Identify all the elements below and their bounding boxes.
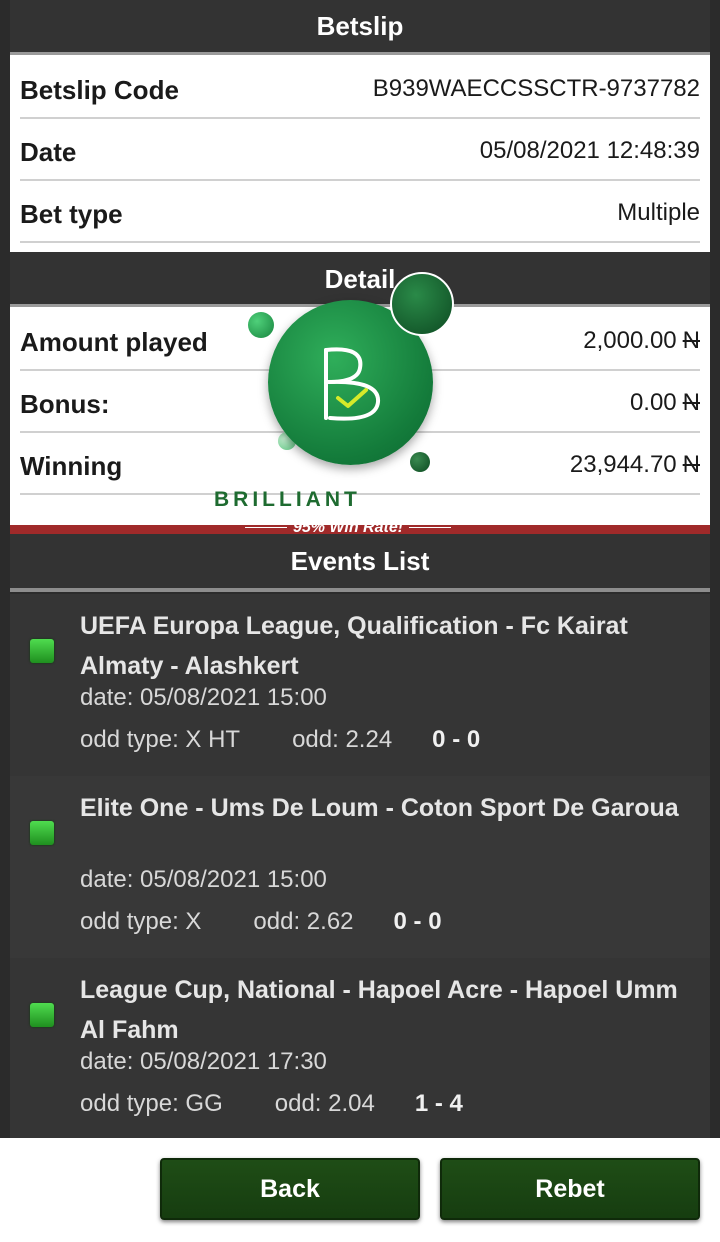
bonus-label: Bonus: bbox=[20, 389, 110, 419]
events-list: UEFA Europa League, Qualification - Fc K… bbox=[10, 592, 710, 1140]
event-item[interactable]: League Cup, National - Hapoel Acre - Hap… bbox=[10, 958, 710, 1140]
betslip-code-value: B939WAECCSSCTR-9737782 bbox=[372, 75, 700, 102]
event-odd-type: odd type: X HT bbox=[80, 726, 241, 753]
rebet-button[interactable]: Rebet bbox=[440, 1158, 700, 1220]
winning-number: 23,944.70 bbox=[569, 451, 677, 478]
bet-type-row: Bet type Multiple bbox=[20, 181, 700, 243]
status-indicator-icon bbox=[30, 1003, 54, 1027]
winning-row: Winning 23,944.70 N bbox=[20, 433, 700, 495]
amount-played-value: 2,000.00 N bbox=[583, 327, 700, 355]
event-item[interactable]: Elite One - Ums De Loum - Coton Sport De… bbox=[10, 776, 710, 958]
winning-value: 23,944.70 N bbox=[570, 451, 700, 479]
event-odd: odd: 2.62 bbox=[253, 908, 354, 935]
betslip-code-label: Betslip Code bbox=[20, 75, 179, 105]
naira-symbol: N bbox=[682, 327, 700, 354]
event-odd: odd: 2.04 bbox=[274, 1090, 375, 1117]
date-value: 05/08/2021 12:48:39 bbox=[479, 137, 700, 164]
naira-symbol: N bbox=[682, 389, 700, 416]
event-date: date: 05/08/2021 17:30 bbox=[80, 1048, 327, 1075]
bonus-number: 0.00 bbox=[629, 389, 677, 416]
amount-played-row: Amount played 2,000.00 N bbox=[20, 309, 700, 371]
event-meta: odd type: X odd: 2.62 0 - 0 bbox=[80, 908, 442, 936]
betslip-code-row: Betslip Code B939WAECCSSCTR-9737782 bbox=[20, 57, 700, 119]
left-border bbox=[0, 0, 10, 1242]
bonus-value: 0.00 N bbox=[630, 389, 700, 417]
date-row: Date 05/08/2021 12:48:39 bbox=[20, 119, 700, 181]
event-title: Elite One - Ums De Loum - Coton Sport De… bbox=[80, 794, 679, 822]
detail-header: Detail bbox=[10, 252, 710, 307]
back-button[interactable]: Back bbox=[160, 1158, 420, 1220]
bonus-row: Bonus: 0.00 N bbox=[20, 371, 700, 433]
betslip-header: Betslip bbox=[10, 0, 710, 55]
event-odd-type: odd type: GG bbox=[80, 1090, 223, 1117]
event-date: date: 05/08/2021 15:00 bbox=[80, 684, 327, 711]
event-score: 0 - 0 bbox=[432, 726, 481, 753]
bet-type-label: Bet type bbox=[20, 199, 123, 229]
event-meta: odd type: GG odd: 2.04 1 - 4 bbox=[80, 1090, 463, 1118]
amount-played-label: Amount played bbox=[20, 327, 208, 357]
event-title: League Cup, National - Hapoel Acre - Hap… bbox=[80, 976, 678, 1044]
events-list-header: Events List bbox=[10, 534, 710, 593]
betslip-screen: Betslip Betslip Code B939WAECCSSCTR-9737… bbox=[0, 0, 720, 1242]
event-title: UEFA Europa League, Qualification - Fc K… bbox=[80, 612, 628, 680]
event-odd: odd: 2.24 bbox=[292, 726, 393, 753]
status-indicator-icon bbox=[30, 821, 54, 845]
event-meta: odd type: X HT odd: 2.24 0 - 0 bbox=[80, 726, 480, 754]
right-border bbox=[710, 0, 720, 1242]
detail-panel: Amount played 2,000.00 N Bonus: 0.00 N Win… bbox=[10, 307, 710, 525]
event-score: 1 - 4 bbox=[414, 1090, 463, 1117]
red-divider bbox=[10, 525, 710, 534]
bet-type-value: Multiple bbox=[617, 199, 700, 226]
betslip-info-panel: Betslip Code B939WAECCSSCTR-9737782 Date… bbox=[10, 55, 710, 250]
status-indicator-icon bbox=[30, 639, 54, 663]
amount-played-number: 2,000.00 bbox=[583, 327, 677, 354]
action-bar: Back Rebet bbox=[0, 1138, 720, 1242]
winning-label: Winning bbox=[20, 451, 123, 481]
date-label: Date bbox=[20, 137, 77, 167]
event-score: 0 - 0 bbox=[393, 908, 442, 935]
event-item[interactable]: UEFA Europa League, Qualification - Fc K… bbox=[10, 594, 710, 776]
event-odd-type: odd type: X bbox=[80, 908, 202, 935]
event-date: date: 05/08/2021 15:00 bbox=[80, 866, 327, 893]
naira-symbol: N bbox=[682, 451, 700, 478]
